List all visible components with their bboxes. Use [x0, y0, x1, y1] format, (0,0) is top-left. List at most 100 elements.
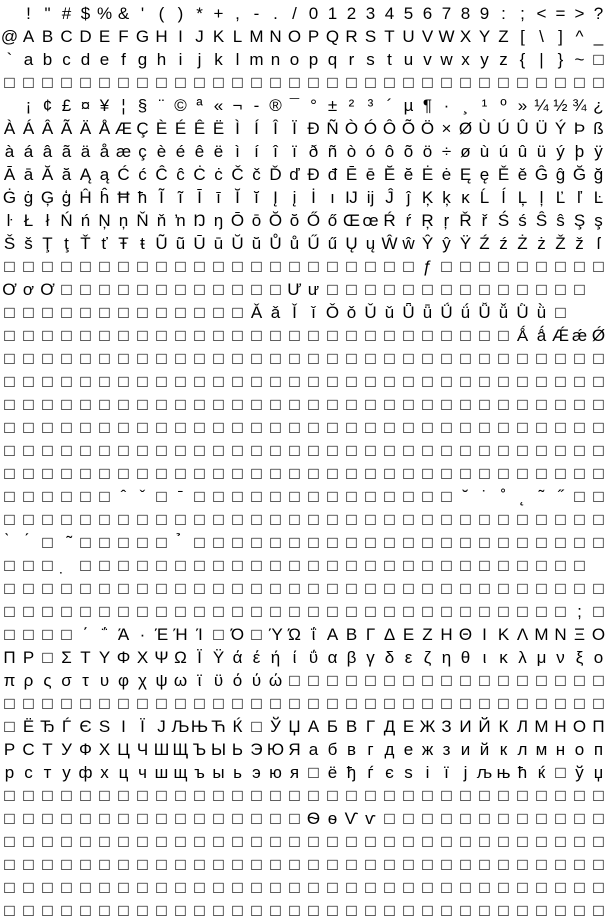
glyph-cell: Ǚ [478, 303, 491, 322]
glyph-cell: - [253, 4, 260, 23]
glyph-cell: ® [269, 96, 282, 115]
glyph-cell: □ [42, 418, 53, 437]
glyph-cell: Ї [140, 717, 145, 736]
glyph-cell: δ [384, 648, 395, 667]
glyph-cell: □ [422, 602, 433, 621]
glyph-cell: □ [384, 832, 395, 851]
glyph-cell: □ [536, 855, 547, 874]
glyph-grid: ! " # $% & '() * +, -./0 1 2 3 4 5 6 7 8 9:; < = >? @ A B C D E F G H… [0, 2, 608, 920]
glyph-cell: Q [325, 27, 340, 46]
glyph-cell: □ [555, 510, 566, 529]
glyph-cell: ý [556, 142, 565, 161]
glyph-cell: □ [422, 786, 433, 805]
glyph-cell: İ [311, 188, 316, 207]
glyph-cell: x [461, 50, 470, 69]
glyph-cell: □ [460, 280, 471, 299]
glyph-cell: Ń [60, 211, 73, 230]
glyph-cell: Ş [573, 211, 586, 230]
glyph-cell: Ë [212, 119, 225, 138]
glyph-cell: Ã [60, 119, 73, 138]
glyph-cell: □ [403, 809, 414, 828]
glyph-cell: □ [42, 73, 53, 92]
glyph-cell: □ [308, 579, 319, 598]
glyph-cell: " [44, 4, 51, 23]
glyph-cell: □ [384, 901, 395, 920]
glyph-cell: □ [441, 694, 452, 713]
glyph-cell: □ [4, 625, 15, 644]
glyph-cell: □ [61, 280, 72, 299]
glyph-cell: □ [175, 832, 186, 851]
glyph-cell: □ [194, 533, 205, 552]
glyph-cell: î [273, 142, 278, 161]
glyph-cell: □ [137, 533, 148, 552]
glyph-cell: м [535, 740, 548, 759]
glyph-cell: Ę [459, 165, 472, 184]
glyph-cell: λ [518, 648, 527, 667]
glyph-cell: □ [175, 901, 186, 920]
glyph-cell: µ [403, 96, 414, 115]
glyph-cell: □ [194, 326, 205, 345]
glyph-cell: ж [421, 740, 434, 759]
glyph-cell: □ [289, 418, 300, 437]
glyph-cell: t [387, 50, 392, 69]
glyph-cell: á [23, 142, 34, 161]
glyph-cell: Д [383, 717, 396, 736]
glyph-cell: ¶ [422, 96, 433, 115]
glyph-cell: □ [156, 303, 167, 322]
glyph-cell: · [443, 96, 450, 115]
glyph-cell: □ [384, 556, 395, 575]
glyph-cell: ǽ [571, 326, 588, 345]
glyph-cell: { [519, 50, 526, 69]
glyph-cell: □ [137, 349, 148, 368]
glyph-cell: h [156, 50, 167, 69]
glyph-cell: □ [61, 809, 72, 828]
glyph-cell: ( [158, 4, 165, 23]
glyph-cell: b [42, 50, 53, 69]
glyph-cell: ġ [23, 188, 34, 207]
glyph-cell: □ [403, 257, 414, 276]
glyph-cell: □ [289, 349, 300, 368]
glyph-cell: □ [42, 809, 53, 828]
glyph-cell: □ [194, 73, 205, 92]
glyph-cell: ¨ [158, 96, 165, 115]
glyph-cell: □ [308, 832, 319, 851]
glyph-cell: j [197, 50, 202, 69]
glyph-cell: □ [536, 602, 547, 621]
glyph-cell: □ [593, 50, 604, 69]
glyph-cell: □ [175, 809, 186, 828]
glyph-cell: Α [326, 625, 339, 644]
glyph-cell: □ [593, 786, 604, 805]
glyph-cell: □ [118, 878, 129, 897]
glyph-cell: Ά [117, 625, 130, 644]
glyph-cell: □ [99, 556, 110, 575]
glyph-cell: □ [441, 786, 452, 805]
glyph-cell: □ [422, 694, 433, 713]
glyph-cell: ĝ [555, 165, 566, 184]
glyph-cell: □ [441, 418, 452, 437]
glyph-cell: □ [574, 349, 585, 368]
glyph-cell: Å [98, 119, 111, 138]
glyph-cell: □ [4, 395, 15, 414]
glyph-cell: = [555, 4, 566, 23]
glyph-cell: Ǖ [402, 303, 415, 322]
glyph-cell: ę [479, 165, 490, 184]
glyph-cell: ξ [575, 648, 584, 667]
glyph-cell: ŀ [6, 211, 13, 230]
glyph-cell: □ [498, 809, 509, 828]
glyph-cell: È [155, 119, 168, 138]
glyph-cell: □ [4, 832, 15, 851]
glyph-cell: ŕ [405, 211, 412, 230]
glyph-cell: □ [80, 257, 91, 276]
glyph-cell: □ [308, 602, 319, 621]
glyph-cell: & [117, 4, 130, 23]
glyph-cell: □ [346, 464, 357, 483]
glyph-cell: ķ [442, 188, 451, 207]
glyph-cell: □ [42, 441, 53, 460]
glyph-cell: I [178, 27, 183, 46]
glyph-cell: □ [289, 441, 300, 460]
glyph-cell: Ļ [517, 188, 528, 207]
glyph-cell: ´ [386, 96, 393, 115]
glyph-cell: □ [308, 763, 319, 782]
glyph-cell: Ј [157, 717, 166, 736]
glyph-cell: Є [79, 717, 92, 736]
